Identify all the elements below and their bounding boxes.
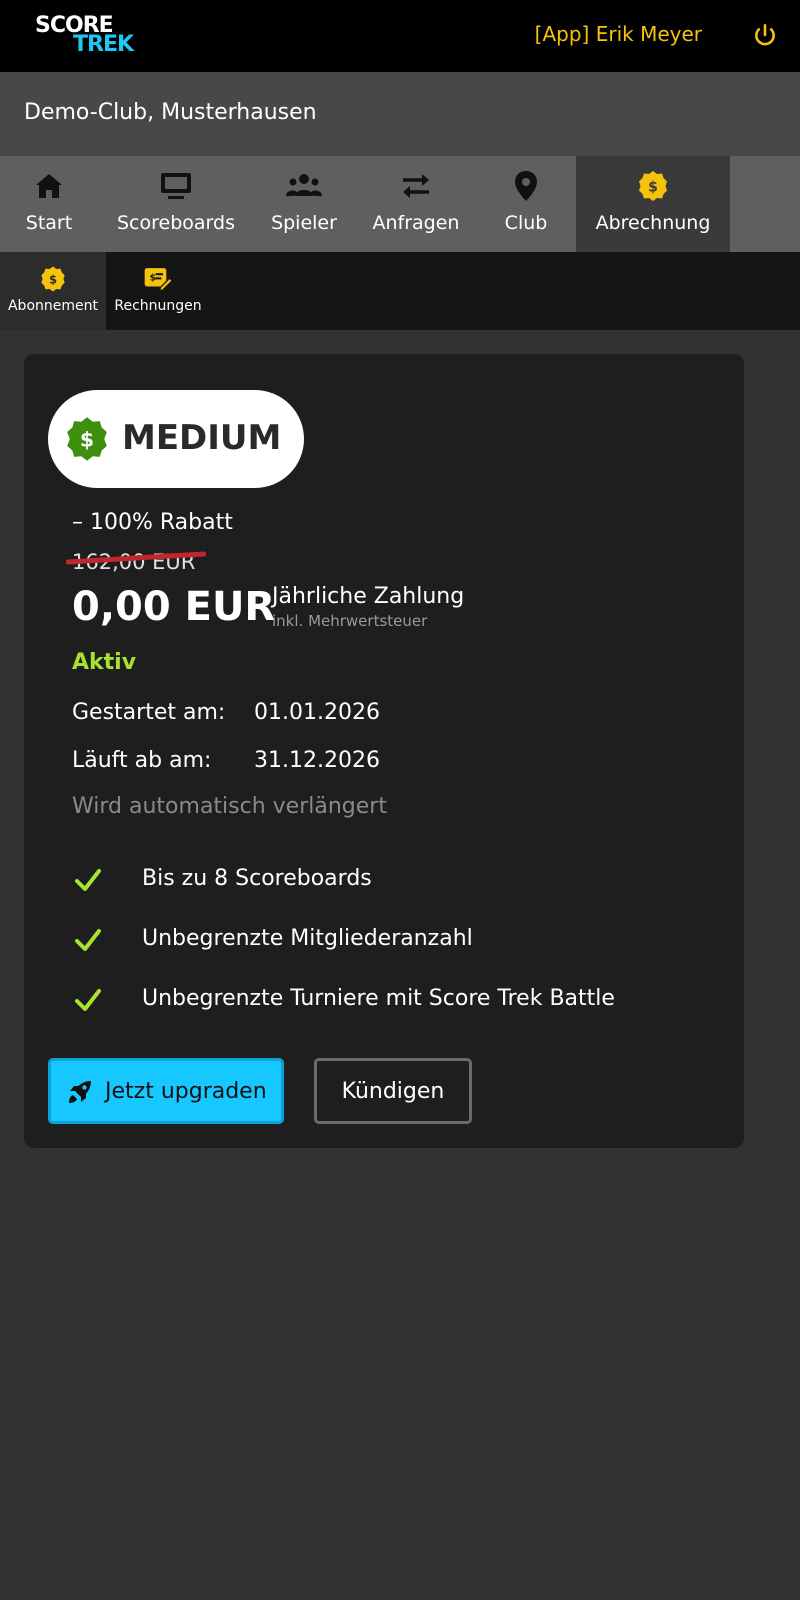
plan-name: MEDIUM [122, 418, 282, 458]
users-icon [286, 174, 322, 196]
checkmark-icon [75, 869, 101, 891]
dollar-badge-icon: $ [67, 417, 107, 461]
power-icon[interactable] [752, 22, 778, 48]
nav-item-label: Anfragen [372, 212, 460, 234]
renewal-note: Wird automatisch verlängert [72, 794, 387, 819]
cancel-subscription-button[interactable]: Kündigen [314, 1058, 472, 1124]
upgrade-button[interactable]: Jetzt upgraden [48, 1058, 284, 1124]
location-pin-icon [515, 171, 537, 201]
nav-item-label: Club [504, 212, 548, 234]
monitor-icon [161, 173, 191, 199]
nav-item-scoreboards[interactable]: Scoreboards [108, 156, 244, 252]
expires-value: 31.12.2026 [254, 748, 380, 773]
started-value: 01.01.2026 [254, 700, 380, 725]
nav-item-label: Start [25, 212, 73, 234]
club-bar: Demo-Club, Musterhausen [0, 72, 800, 156]
feature-text: Unbegrenzte Turniere mit Score Trek Batt… [142, 986, 615, 1011]
home-icon [36, 174, 62, 198]
svg-text:$: $ [80, 428, 94, 452]
cancel-button-label: Kündigen [341, 1079, 445, 1104]
subscription-card: $ MEDIUM – 100% Rabatt 162,00 EUR 0,00 E… [24, 354, 744, 1148]
feature-text: Unbegrenzte Mitgliederanzahl [142, 926, 473, 951]
top-bar: SCORE TREK [App] Erik Meyer [0, 0, 800, 72]
upgrade-button-label: Jetzt upgraden [105, 1079, 267, 1104]
current-price: 0,00 EUR [72, 584, 276, 630]
club-name: Demo-Club, Musterhausen [24, 100, 317, 125]
tab-rechnungen[interactable]: $ Rechnungen [106, 252, 210, 330]
strikethrough-mark [66, 551, 206, 565]
started-label: Gestartet am: [72, 700, 226, 725]
nav-item-abrechnung[interactable]: $ Abrechnung [576, 156, 730, 252]
logo-line-trek: TREK [73, 32, 134, 57]
status-badge: Aktiv [72, 650, 137, 675]
exchange-arrows-icon [403, 174, 429, 198]
tab-label: Rechnungen [114, 298, 202, 314]
nav-item-start[interactable]: Start [0, 156, 98, 252]
nav-item-anfragen[interactable]: Anfragen [364, 156, 468, 252]
rocket-icon [69, 1081, 91, 1103]
plan-badge: $ MEDIUM [48, 390, 304, 488]
main-navigation: Start Scoreboards Spieler Anfragen Club … [0, 156, 800, 252]
expires-label: Läuft ab am: [72, 748, 212, 773]
sub-navigation: $ Abonnement $ Rechnungen [0, 252, 800, 330]
nav-item-label: Abrechnung [595, 212, 711, 234]
billing-period: Jährliche Zahlung [272, 584, 465, 609]
svg-text:$: $ [648, 180, 658, 196]
vat-note: inkl. Mehrwertsteuer [272, 612, 428, 630]
current-user-label[interactable]: [App] Erik Meyer [535, 22, 702, 46]
dollar-badge-icon: $ [41, 266, 65, 292]
feature-text: Bis zu 8 Scoreboards [142, 866, 372, 891]
tab-abonnement[interactable]: $ Abonnement [0, 252, 106, 330]
svg-text:$: $ [49, 273, 57, 287]
checkmark-icon [75, 929, 101, 951]
nav-item-spieler[interactable]: Spieler [258, 156, 350, 252]
nav-item-club[interactable]: Club [486, 156, 566, 252]
svg-text:$: $ [150, 273, 156, 284]
checkmark-icon [75, 989, 101, 1011]
nav-item-label: Scoreboards [117, 212, 235, 234]
dollar-badge-icon: $ [639, 171, 667, 201]
tab-label: Abonnement [7, 298, 98, 314]
nav-item-label: Spieler [271, 212, 337, 234]
discount-text: – 100% Rabatt [72, 510, 233, 535]
invoice-edit-icon: $ [144, 268, 173, 292]
score-trek-logo[interactable]: SCORE TREK [35, 15, 155, 57]
